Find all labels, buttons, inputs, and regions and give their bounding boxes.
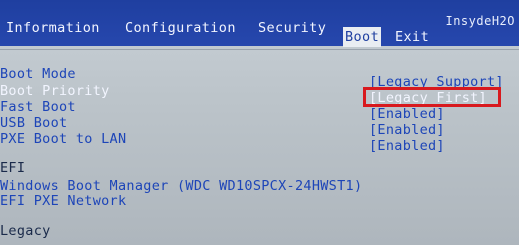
bios-screen: InsydeH2O Information Configuration Secu… bbox=[0, 0, 519, 245]
selection-highlight-box bbox=[363, 87, 501, 107]
setting-boot-priority-label[interactable]: Boot Priority bbox=[0, 83, 110, 99]
setting-fast-boot-value[interactable]: [Enabled] bbox=[369, 106, 445, 122]
efi-boot-entry-pxe[interactable]: EFI PXE Network bbox=[0, 193, 126, 209]
efi-heading: EFI bbox=[0, 160, 26, 176]
tab-configuration[interactable]: Configuration bbox=[125, 18, 236, 39]
setting-boot-mode-label[interactable]: Boot Mode bbox=[0, 66, 76, 82]
tab-boot[interactable]: Boot bbox=[343, 27, 382, 47]
menu-bar: InsydeH2O Information Configuration Secu… bbox=[0, 0, 519, 48]
tab-information[interactable]: Information bbox=[6, 18, 100, 39]
tab-exit[interactable]: Exit bbox=[395, 27, 429, 48]
efi-boot-entry-windows[interactable]: Windows Boot Manager (WDC WD10SPCX-24HWS… bbox=[0, 178, 362, 194]
setting-fast-boot-label[interactable]: Fast Boot bbox=[0, 99, 76, 115]
setting-usb-boot-label[interactable]: USB Boot bbox=[0, 115, 67, 131]
bios-brand: InsydeH2O bbox=[445, 14, 515, 28]
tab-security[interactable]: Security bbox=[258, 18, 326, 39]
setting-pxe-boot-value[interactable]: [Enabled] bbox=[369, 138, 445, 154]
divider bbox=[0, 49, 519, 50]
legacy-heading: Legacy bbox=[0, 223, 51, 239]
boot-settings-panel: Boot Mode [Legacy Support] Boot Priority… bbox=[0, 46, 519, 245]
setting-pxe-boot-label[interactable]: PXE Boot to LAN bbox=[0, 131, 126, 147]
setting-usb-boot-value[interactable]: [Enabled] bbox=[369, 122, 445, 138]
